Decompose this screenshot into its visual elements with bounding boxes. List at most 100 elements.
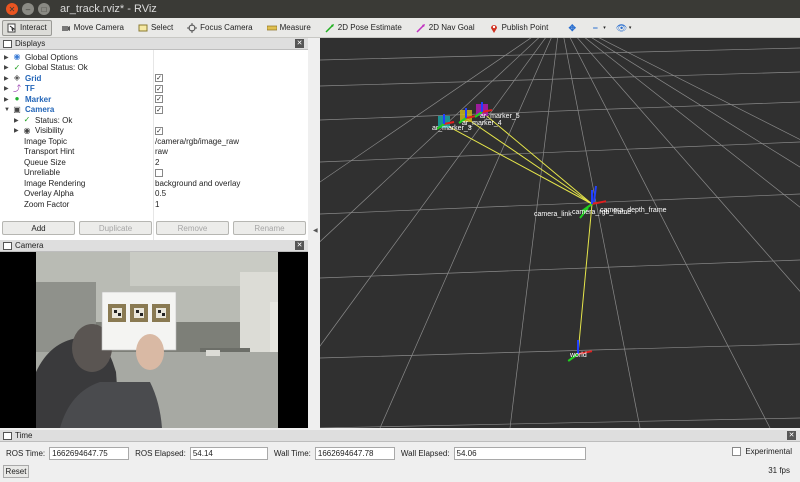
visibility-checkbox[interactable]: ✓ [155,126,163,135]
maximize-window-icon[interactable]: □ [38,3,50,15]
rename-button[interactable]: Rename [233,221,306,235]
camera-image-view[interactable] [0,252,308,428]
tree-row-queue-size[interactable]: Queue Size 2 [0,157,308,168]
tree-row-camera-status[interactable]: ▶ ✓ Status: Ok [0,115,308,126]
eye-icon: 👁 [615,22,628,33]
tree-row-marker[interactable]: ▶ ● Marker ✓ [0,94,308,105]
camera-panel: Camera ✕ [0,240,308,428]
collapse-left-handle-icon[interactable]: ◀ [313,227,318,235]
marker-icon: ● [14,94,20,104]
expand-arrow-icon[interactable]: ▶ [4,64,10,71]
expand-arrow-icon[interactable]: ▶ [14,117,20,124]
tree-row-overlay-alpha[interactable]: Overlay Alpha 0.5 [0,189,308,200]
unreliable-checkbox[interactable] [155,168,163,177]
duplicate-button[interactable]: Duplicate [79,221,152,235]
nav-goal-tool-button[interactable]: 2D Nav Goal [411,20,480,36]
minimize-window-icon[interactable]: – [22,3,34,15]
marker-enabled-checkbox[interactable]: ✓ [155,95,163,104]
zoom-factor-value[interactable]: 1 [155,200,159,209]
close-panel-icon[interactable]: ✕ [787,431,796,440]
move-camera-tool-button[interactable]: Move Camera [56,20,129,36]
camera-icon: ▣ [13,104,21,114]
image-topic-value[interactable]: /camera/rgb/image_raw [155,137,239,146]
tree-row-camera[interactable]: ▼ ▣ Camera ✓ [0,105,308,116]
tf-enabled-checkbox[interactable]: ✓ [155,84,163,93]
tree-row-tf[interactable]: ▶ ⤴ TF ✓ [0,84,308,95]
publish-point-icon [489,23,499,33]
displays-panel-header: Displays ✕ [0,38,308,50]
ros-elapsed-label: ROS Elapsed: [135,448,186,458]
grid-line [591,38,800,168]
grid-line [577,38,800,292]
expand-arrow-icon[interactable]: ▶ [4,96,10,103]
publish-point-tool-button[interactable]: Publish Point [484,20,554,36]
close-panel-icon[interactable]: ✕ [295,241,304,250]
overlay-alpha-value[interactable]: 0.5 [155,189,166,198]
queue-size-value[interactable]: 2 [155,158,159,167]
select-tool-button[interactable]: Select [133,20,178,36]
displays-panel-title: Displays [15,39,46,48]
remove-button[interactable]: Remove [156,221,229,235]
tree-row-transport-hint[interactable]: Transport Hint raw [0,147,308,158]
tree-row-global-status[interactable]: ▶ ✓ Global Status: Ok [0,63,308,74]
interact-tool-button[interactable]: Interact [2,19,52,36]
tree-row-zoom-factor[interactable]: Zoom Factor 1 [0,199,308,210]
expand-arrow-icon[interactable]: ▶ [4,75,10,82]
ros-time-field[interactable]: 1662694647.75 [49,446,130,460]
wall-time-field[interactable]: 1662694647.78 [314,446,395,460]
frame-label-camera-link: camera_link [534,211,572,218]
focus-camera-icon [187,22,198,33]
expand-arrow-icon[interactable]: ▶ [4,54,10,61]
grid-line [320,141,800,163]
tf-link-line [443,123,593,205]
camera-panel-title: Camera [15,241,44,250]
3d-render-view[interactable]: ar_marker_3 ar_marker_4 ar_marker_5 world ca… [320,38,800,428]
experimental-toggle[interactable]: Experimental [732,447,792,456]
time-panel-header: Time ✕ [0,430,800,442]
time-panel-title: Time [15,431,33,440]
globe-icon: ◉ [13,52,21,62]
tree-row-unreliable[interactable]: Unreliable [0,168,308,179]
time-fields-row: ROS Time: 1662694647.75 ROS Elapsed: 54.… [0,444,800,462]
measure-tool-button[interactable]: Measure [262,20,316,36]
pose-estimate-tool-button[interactable]: 2D Pose Estimate [320,20,407,36]
check-icon: ✓ [13,62,21,72]
close-window-icon[interactable]: ✕ [6,3,18,15]
tree-row-grid[interactable]: ▶ ◈ Grid ✓ [0,73,308,84]
grid-lines [320,38,800,428]
tf-frames: ar_marker_3ar_marker_4ar_marker_5worldca… [432,102,667,362]
add-tool-button[interactable]: ✥ [563,20,584,36]
tree-row-visibility[interactable]: ▶ ◉ Visibility ✓ [0,126,308,137]
ros-elapsed-field[interactable]: 54.14 [189,446,268,460]
tree-row-image-topic[interactable]: Image Topic /camera/rgb/image_raw [0,136,308,147]
tool-bar: Interact Move Camera Select Focus Camera… [0,18,800,38]
grid-line [320,417,800,428]
view-options-button[interactable]: 👁 ▾ [612,20,636,36]
tree-row-image-rendering[interactable]: Image Rendering background and overlay [0,178,308,189]
grid-enabled-checkbox[interactable]: ✓ [155,74,163,83]
focus-camera-tool-button[interactable]: Focus Camera [182,20,257,36]
remove-tool-button[interactable]: − ▾ [586,20,610,36]
frame-label-camera-depth-frame: camera_depth_frame [600,207,667,214]
experimental-checkbox[interactable] [732,447,742,456]
transport-hint-value[interactable]: raw [155,147,168,156]
tree-row-global-options[interactable]: ▶ ◉ Global Options [0,52,308,63]
frame-label-world: world [569,352,587,359]
displays-button-row: Add Duplicate Remove Rename [0,221,308,237]
grid-line [320,47,800,61]
grid-line [320,38,540,243]
collapse-arrow-icon[interactable]: ▼ [4,107,10,113]
wall-elapsed-field[interactable]: 54.06 [453,446,586,460]
close-panel-icon[interactable]: ✕ [295,39,304,48]
camera-panel-header: Camera ✕ [0,240,308,252]
expand-arrow-icon[interactable]: ▶ [14,127,20,134]
pose-estimate-icon [325,23,335,33]
reset-button[interactable]: Reset [3,465,29,478]
camera-enabled-checkbox[interactable]: ✓ [155,105,163,114]
expand-arrow-icon[interactable]: ▶ [4,85,10,92]
panel-icon [3,241,12,250]
frame-label-ar-marker-4: ar_marker_4 [462,120,502,127]
image-rendering-value[interactable]: background and overlay [155,179,240,188]
add-button[interactable]: Add [2,221,75,235]
experimental-label: Experimental [745,447,792,456]
